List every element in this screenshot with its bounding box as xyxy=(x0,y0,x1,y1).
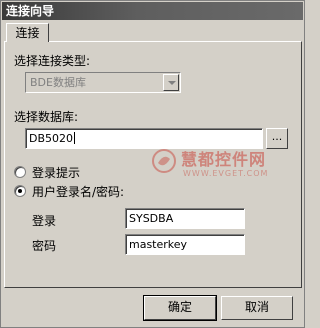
ok-button[interactable]: 确定 xyxy=(143,295,217,321)
username-input[interactable]: SYSDBA xyxy=(125,208,245,229)
connection-type-label: 选择连接类型: xyxy=(14,54,91,68)
connection-type-value: BDE数据库 xyxy=(27,74,162,91)
cancel-button[interactable]: 取消 xyxy=(221,296,293,320)
user-password-radio[interactable] xyxy=(14,185,26,197)
chevron-down-icon[interactable] xyxy=(163,74,179,91)
password-label: 密码 xyxy=(32,239,57,253)
connection-type-select[interactable]: BDE数据库 xyxy=(25,72,181,93)
user-password-label: 用户登录名/密码: xyxy=(32,185,125,199)
username-label: 登录 xyxy=(32,214,57,228)
connection-wizard-dialog: 连接向导 连接 选择连接类型: BDE数据库 选择数据库: DB5020 ...… xyxy=(0,0,305,328)
database-input[interactable]: DB5020 xyxy=(25,128,263,149)
text-caret xyxy=(74,132,76,144)
login-prompt-label: 登录提示 xyxy=(32,166,81,180)
window-title: 连接向导 xyxy=(2,2,303,20)
database-value: DB5020 xyxy=(29,132,74,145)
tab-connection[interactable]: 连接 xyxy=(6,23,49,42)
browse-button[interactable]: ... xyxy=(266,128,288,149)
login-prompt-radio[interactable] xyxy=(14,166,26,178)
password-input[interactable]: masterkey xyxy=(125,234,245,255)
database-label: 选择数据库: xyxy=(14,110,79,124)
